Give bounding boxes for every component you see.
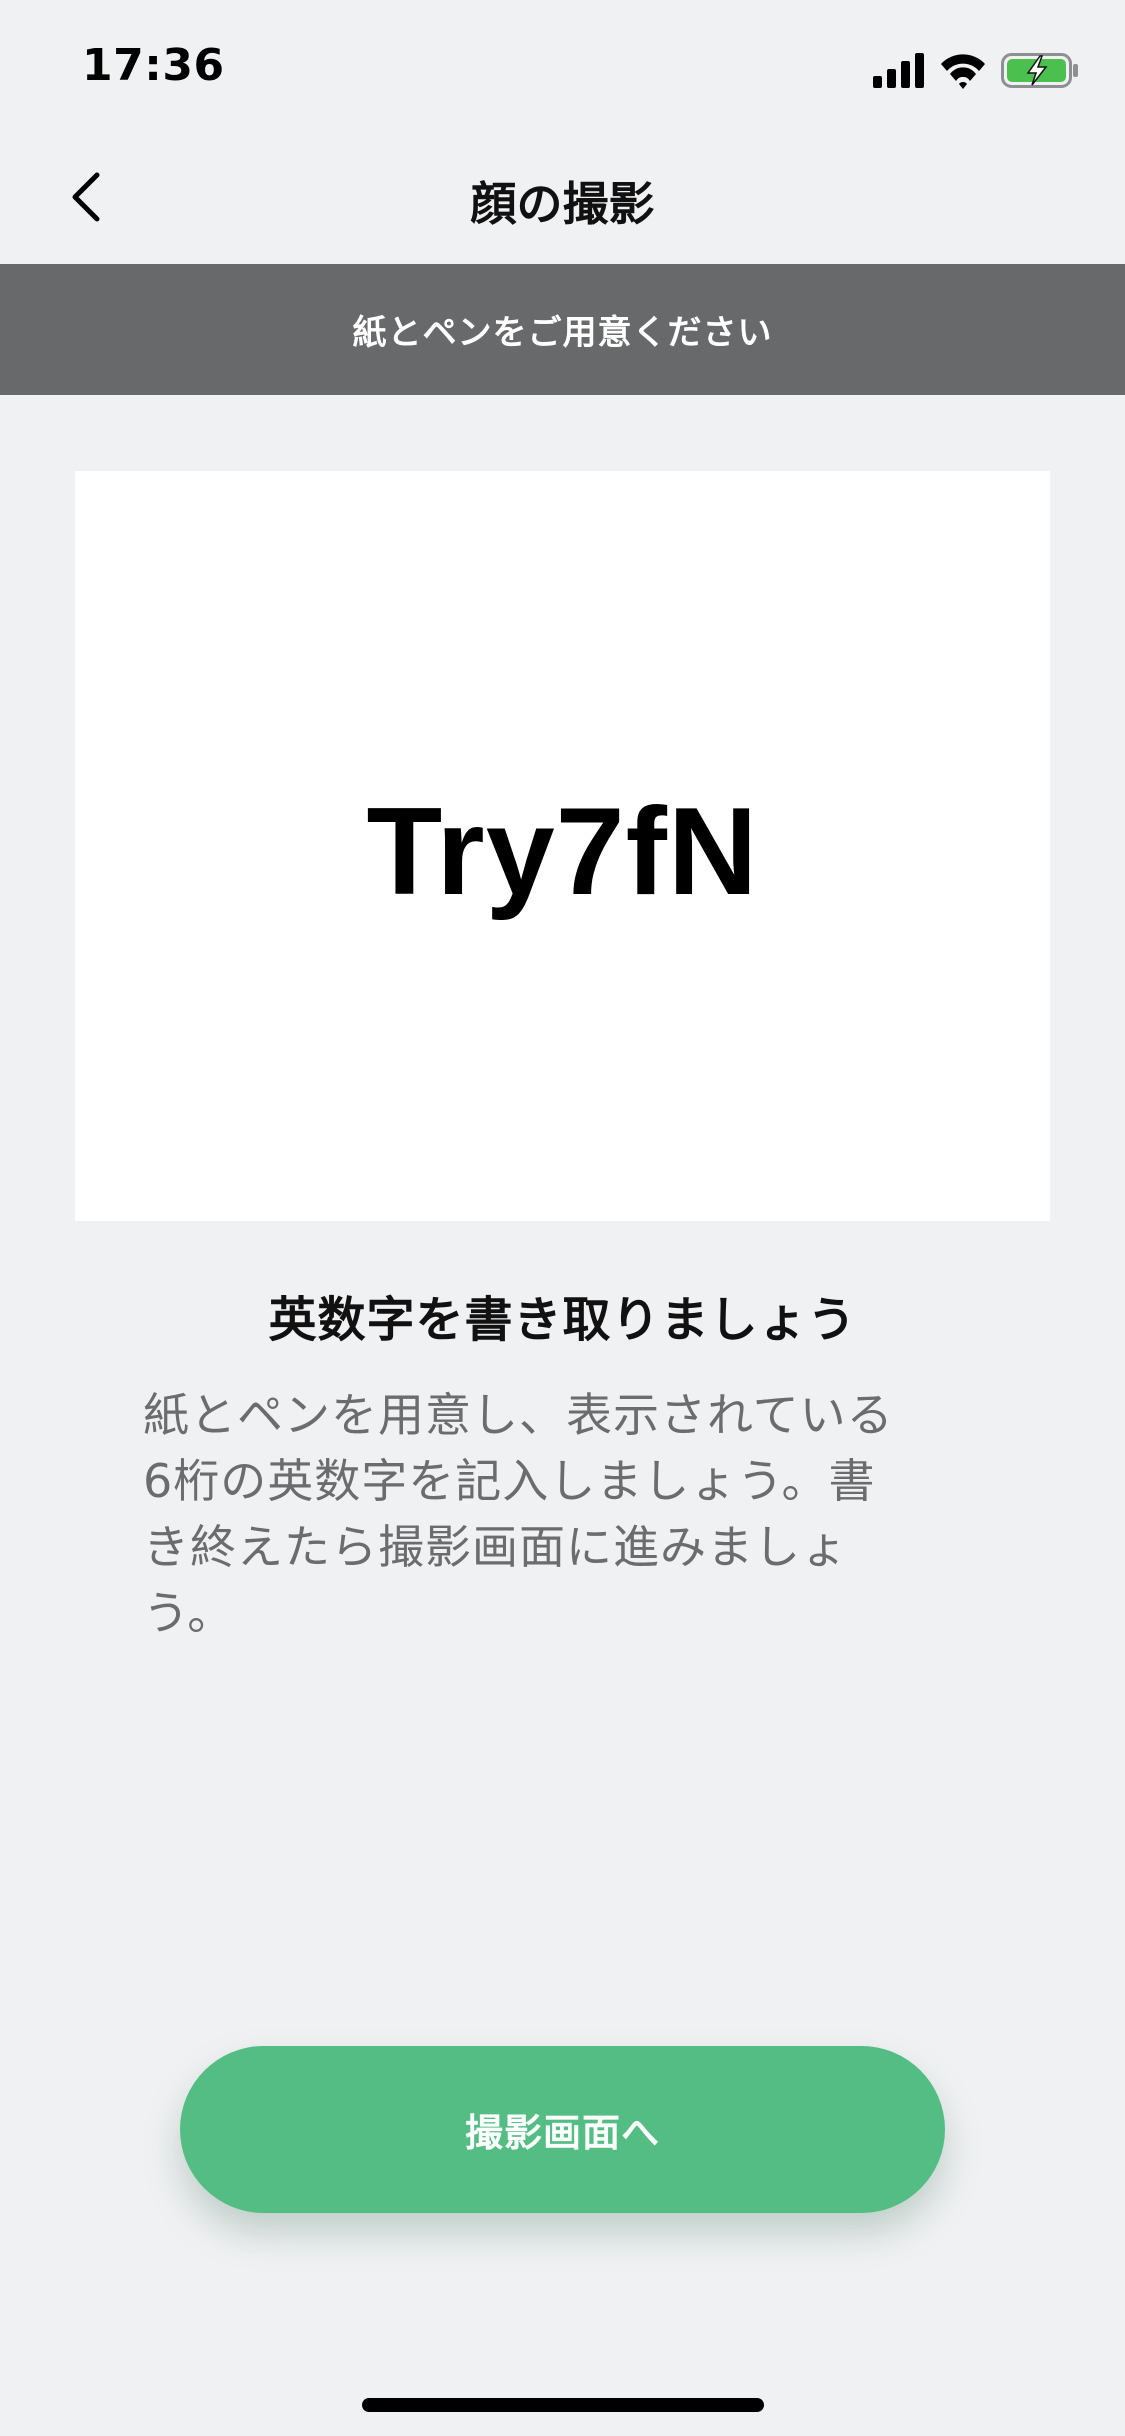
instruction-heading: 英数字を書き取りましょう <box>268 1292 857 1348</box>
verification-code: Try7fN <box>366 783 759 921</box>
instruction-line: 6桁の英数字を記入しましょう。書 <box>143 1454 876 1508</box>
wifi-icon <box>941 54 985 89</box>
instruction-body: 紙とペンを用意し、表示されている 6桁の英数字を記入しましょう。書 き終えたら撮… <box>143 1382 963 1646</box>
status-time: 17:36 <box>82 40 225 91</box>
instruction-line: き終えたら撮影画面に進みましょ <box>143 1520 848 1574</box>
instruction-line: 紙とペンを用意し、表示されている <box>143 1388 894 1442</box>
nav-bar: 顔の撮影 <box>0 132 1125 264</box>
page-title: 顔の撮影 <box>470 177 655 231</box>
status-icons-svg <box>873 53 1078 89</box>
battery-charging-icon <box>1001 53 1078 88</box>
status-icons <box>873 50 1083 90</box>
instruction-line: う。 <box>143 1586 235 1640</box>
banner-text: 紙とペンをご用意ください <box>352 313 773 353</box>
verification-code-card: Try7fN <box>75 471 1050 1221</box>
cellular-signal-icon <box>873 53 924 88</box>
home-indicator[interactable] <box>362 2398 764 2412</box>
go-to-camera-button[interactable]: 撮影画面へ <box>180 2046 945 2213</box>
status-bar: 17:36 <box>0 0 1125 132</box>
notice-banner: 紙とペンをご用意ください <box>0 264 1125 395</box>
go-to-camera-button-label: 撮影画面へ <box>464 2111 660 2155</box>
